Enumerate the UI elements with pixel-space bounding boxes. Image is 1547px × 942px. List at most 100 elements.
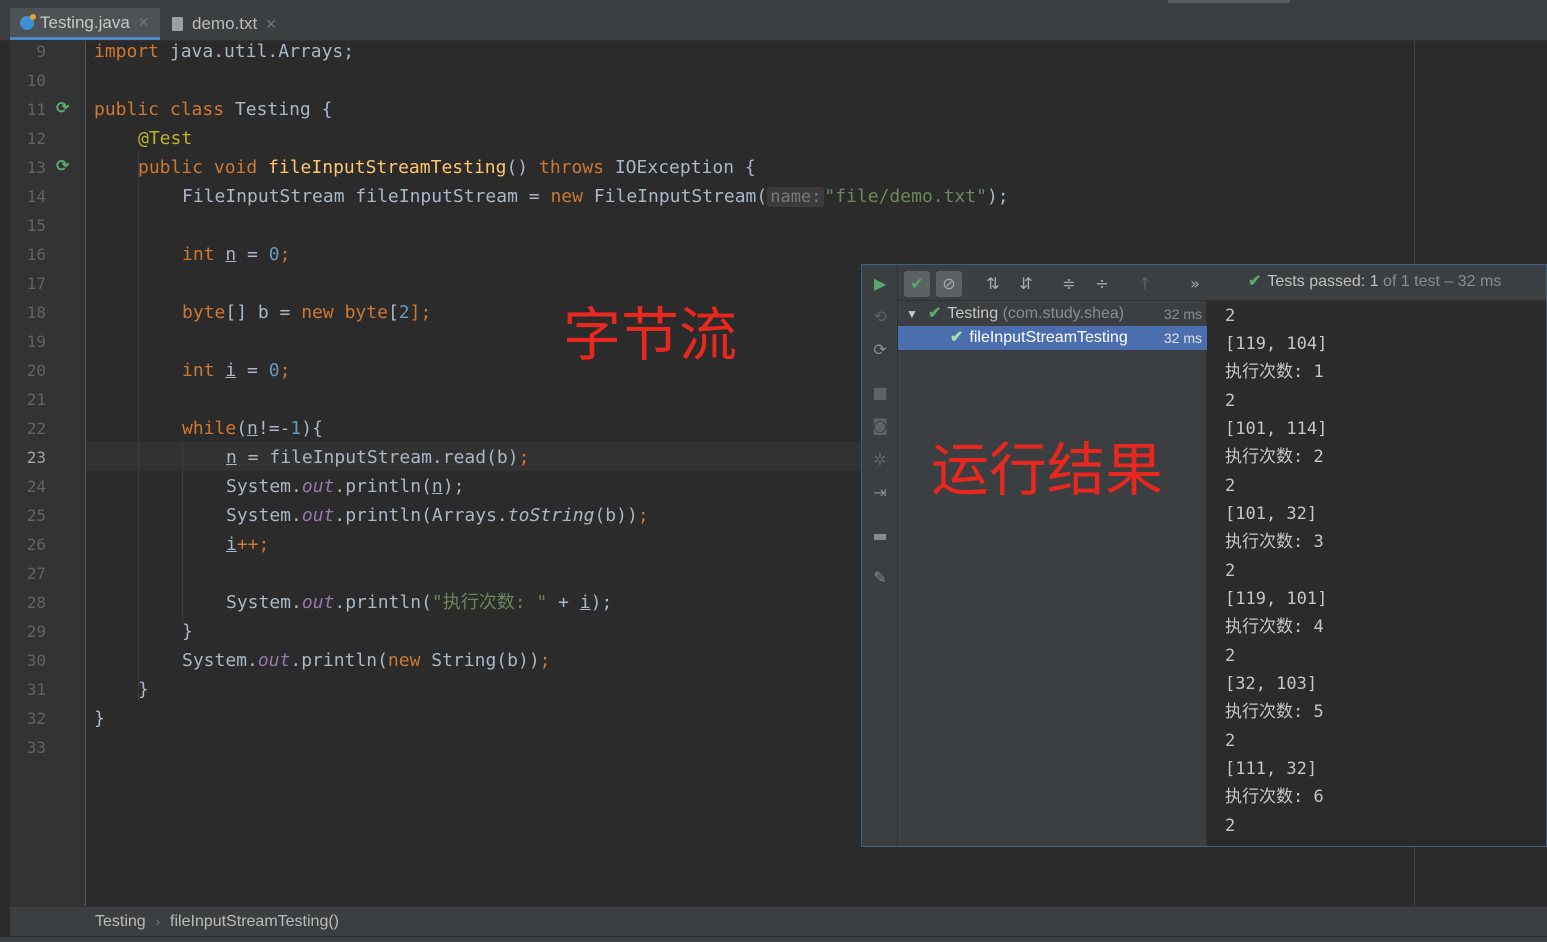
console-line: 执行次数: 5 xyxy=(1225,702,1324,722)
indent-guide xyxy=(138,152,139,699)
run-test-method-icon[interactable]: ⟳ xyxy=(56,157,74,175)
toggle-auto-test-icon[interactable]: ⟳ xyxy=(870,340,890,360)
line-number: 9 xyxy=(36,42,46,61)
code-line-32: } xyxy=(94,708,105,729)
editor-tab-bar: Testing.java ✕ demo.txt ✕ xyxy=(0,0,1547,41)
code-line-23: n = fileInputStream.read(b); xyxy=(226,447,530,468)
tab-label: demo.txt xyxy=(192,14,258,33)
toolbar-edge xyxy=(1168,0,1290,3)
line-number: 24 xyxy=(26,477,46,496)
code-line-14: FileInputStream fileInputStream = new Fi… xyxy=(182,186,1009,207)
tab-label: Testing.java xyxy=(40,12,130,32)
console-line: [119, 104] xyxy=(1225,334,1328,354)
code-line-31: } xyxy=(138,679,149,700)
code-line-13: public void fileInputStreamTesting() thr… xyxy=(138,157,756,178)
show-passed-icon[interactable]: ✔ xyxy=(904,271,930,297)
code-line-20: int i = 0; xyxy=(182,360,291,381)
text-file-icon xyxy=(172,17,183,31)
line-number: 31 xyxy=(26,680,46,699)
line-number: 16 xyxy=(26,245,46,264)
collapse-all-icon[interactable]: ÷ xyxy=(1089,271,1115,297)
console-line: 执行次数: 1 xyxy=(1225,362,1324,382)
line-number: 25 xyxy=(26,506,46,525)
tab-demo-txt[interactable]: demo.txt ✕ xyxy=(162,8,287,40)
line-number: 26 xyxy=(26,535,46,554)
previous-test-icon[interactable]: ↑ xyxy=(1132,271,1158,297)
line-number: 27 xyxy=(26,564,46,583)
breadcrumb-item-class[interactable]: Testing xyxy=(95,913,146,931)
code-line-16: int n = 0; xyxy=(182,244,291,265)
code-line-26: i++; xyxy=(226,534,270,555)
test-results-tree: ▼ ✔ Testing (com.study.shea) 32 ms ✔ fileI… xyxy=(898,301,1207,846)
test-status: ✔ Tests passed: 1 of 1 test – 32 ms xyxy=(1248,273,1502,290)
console-line: 2 xyxy=(1225,561,1236,581)
rerun-icon[interactable]: ▶ xyxy=(870,274,890,294)
console-output[interactable]: 2 [119, 104] 执行次数: 1 2 [101, 114] 执行次数: … xyxy=(1207,301,1546,846)
expand-arrow-icon[interactable]: ▼ xyxy=(906,302,918,326)
console-line: [32, 103] xyxy=(1225,674,1318,694)
console-line: [101, 32] xyxy=(1225,504,1318,524)
line-number-gutter[interactable]: 9 10 11 12 13 14 15 16 17 18 19 20 21 22… xyxy=(10,41,100,906)
tab-testing-java[interactable]: Testing.java ✕ xyxy=(10,8,160,40)
export-icon[interactable]: ⇥ xyxy=(870,483,890,503)
stop-icon[interactable]: ■ xyxy=(870,383,890,403)
line-number: 15 xyxy=(26,216,46,235)
line-number: 11 xyxy=(26,100,46,119)
console-line: 2 xyxy=(1225,646,1236,666)
console-line: 执行次数: 3 xyxy=(1225,532,1324,552)
breadcrumb: Testing › fileInputStreamTesting() xyxy=(10,906,1547,936)
breadcrumb-separator-icon: › xyxy=(155,914,161,929)
expand-all-icon[interactable]: ≑ xyxy=(1056,271,1082,297)
console-line: 2 xyxy=(1225,731,1236,751)
close-icon[interactable]: ✕ xyxy=(265,16,277,33)
line-number-current: 23 xyxy=(26,448,46,467)
tree-row-testing[interactable]: ▼ ✔ Testing (com.study.shea) 32 ms xyxy=(898,302,1207,326)
passed-check-icon: ✔ xyxy=(950,329,964,346)
passed-check-icon: ✔ xyxy=(928,305,942,322)
code-line-22: while(n!=-1){ xyxy=(182,418,323,439)
line-number: 14 xyxy=(26,187,46,206)
line-number: 22 xyxy=(26,419,46,438)
indent-guide xyxy=(182,442,183,622)
line-number: 21 xyxy=(26,390,46,409)
passed-check-icon: ✔ xyxy=(1248,273,1262,290)
code-line-25: System.out.println(Arrays.toString(b)); xyxy=(226,505,649,526)
more-icon[interactable]: » xyxy=(1182,271,1208,297)
line-number: 12 xyxy=(26,129,46,148)
code-line-9: import java.util.Arrays; xyxy=(94,41,355,62)
line-number: 28 xyxy=(26,593,46,612)
line-number: 19 xyxy=(26,332,46,351)
console-line: 2 xyxy=(1225,476,1236,496)
console-line: 执行次数: 6 xyxy=(1225,787,1324,807)
code-line-29: } xyxy=(182,621,193,642)
console-line: 执行次数: 4 xyxy=(1225,617,1324,637)
pin-icon[interactable]: ✎ xyxy=(870,568,890,588)
status-bar xyxy=(0,936,1547,942)
show-ignored-icon[interactable]: ⊘ xyxy=(936,271,962,297)
java-class-icon xyxy=(20,13,36,30)
line-number: 17 xyxy=(26,274,46,293)
sort-duration-icon[interactable]: ⇵ xyxy=(1013,271,1039,297)
breadcrumb-item-method[interactable]: fileInputStreamTesting() xyxy=(170,913,339,931)
console-line: 2 xyxy=(1225,306,1236,326)
camera-icon[interactable]: ◙ xyxy=(870,416,890,436)
close-icon[interactable]: ✕ xyxy=(138,14,150,31)
layout-icon[interactable]: ▬ xyxy=(870,526,890,546)
line-number: 20 xyxy=(26,361,46,380)
debug-icon[interactable]: ✲ xyxy=(870,450,890,470)
console-line: 2 xyxy=(1225,391,1236,411)
code-line-28: System.out.println("执行次数: " + i); xyxy=(226,592,613,613)
tree-row-fileinputstreamtesting[interactable]: ✔ fileInputStreamTesting 32 ms xyxy=(898,326,1207,350)
line-number: 29 xyxy=(26,622,46,641)
line-number: 33 xyxy=(26,738,46,757)
rerun-failed-icon[interactable]: ⟲ xyxy=(870,307,890,327)
code-line-30: System.out.println(new String(b)); xyxy=(182,650,551,671)
line-number: 32 xyxy=(26,709,46,728)
console-line: [111, 32] xyxy=(1225,759,1318,779)
run-test-class-icon[interactable]: ⟳ xyxy=(56,99,74,117)
run-result-annotation: 运行结果 xyxy=(931,436,1164,504)
sort-alpha-icon[interactable]: ⇅ xyxy=(980,271,1006,297)
line-number: 10 xyxy=(26,71,46,90)
console-line: [119, 101] xyxy=(1225,589,1328,609)
line-number: 18 xyxy=(26,303,46,322)
